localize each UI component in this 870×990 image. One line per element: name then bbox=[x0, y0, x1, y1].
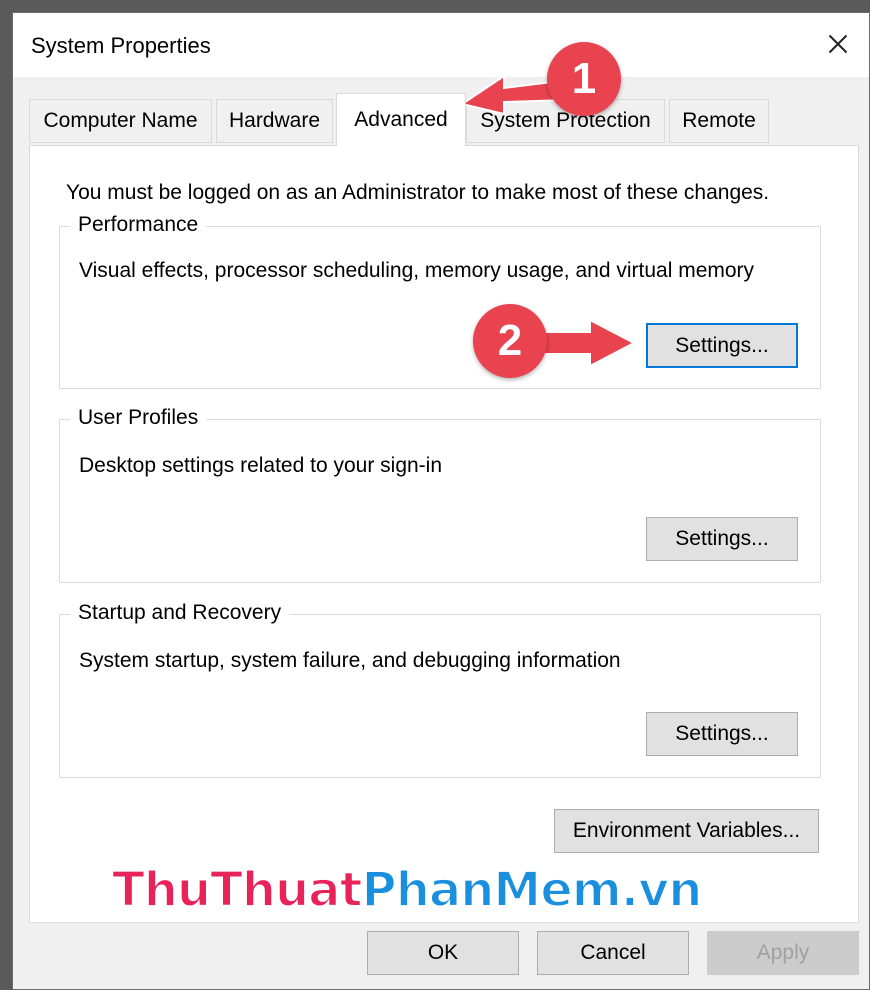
watermark-part2: PhanMem.vn bbox=[361, 861, 704, 919]
performance-description: Visual effects, processor scheduling, me… bbox=[79, 259, 755, 282]
tab-advanced[interactable]: Advanced bbox=[336, 93, 466, 146]
tab-computer-name[interactable]: Computer Name bbox=[29, 99, 212, 143]
window-title: System Properties bbox=[31, 33, 211, 58]
startup-recovery-description: System startup, system failure, and debu… bbox=[79, 649, 621, 672]
watermark-logo: ThuThuatPhanMem.vn bbox=[111, 861, 704, 919]
tab-hardware[interactable]: Hardware bbox=[216, 99, 333, 143]
system-properties-window: System Properties Computer Name Hardware… bbox=[12, 12, 870, 990]
watermark-part1: ThuThuat bbox=[111, 861, 364, 919]
startup-recovery-group-title: Startup and Recovery bbox=[70, 601, 290, 625]
user-profiles-settings-button[interactable]: Settings... bbox=[646, 517, 798, 561]
tab-remote[interactable]: Remote bbox=[669, 99, 769, 143]
ok-button[interactable]: OK bbox=[367, 931, 519, 975]
user-profiles-description: Desktop settings related to your sign-in bbox=[79, 454, 443, 477]
annotation-badge-1: 1 bbox=[547, 42, 621, 116]
admin-notice: You must be logged on as an Administrato… bbox=[66, 181, 770, 204]
title-bar: System Properties bbox=[13, 13, 869, 77]
apply-button[interactable]: Apply bbox=[707, 931, 859, 975]
performance-group-title: Performance bbox=[70, 213, 207, 237]
annotation-badge-2: 2 bbox=[473, 304, 547, 378]
cancel-button[interactable]: Cancel bbox=[537, 931, 689, 975]
performance-settings-button[interactable]: Settings... bbox=[646, 323, 798, 368]
user-profiles-group-title: User Profiles bbox=[70, 406, 207, 430]
close-icon[interactable] bbox=[807, 13, 869, 75]
environment-variables-button[interactable]: Environment Variables... bbox=[554, 809, 819, 853]
startup-recovery-settings-button[interactable]: Settings... bbox=[646, 712, 798, 756]
